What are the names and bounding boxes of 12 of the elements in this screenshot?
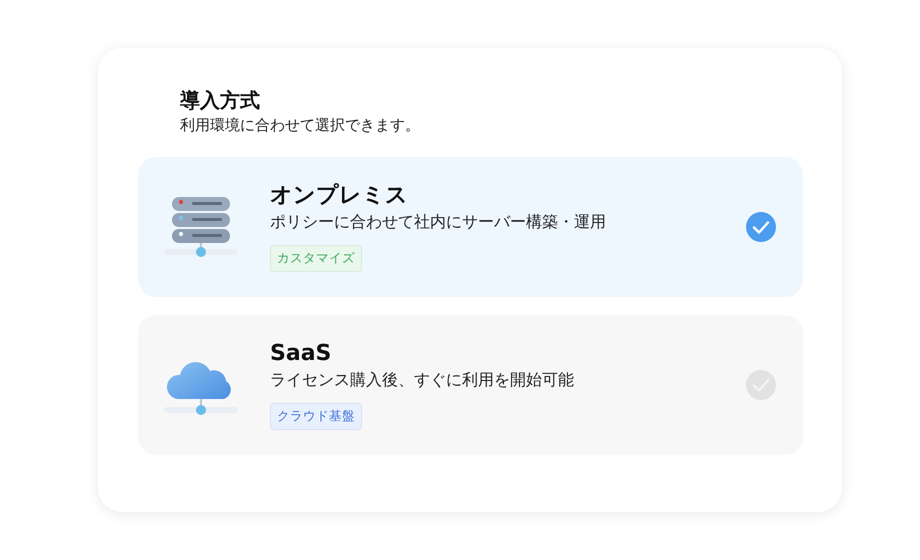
option-description: ポリシーに合わせて社内にサーバー構築・運用 [270, 212, 606, 233]
section-title: 導入方式 [180, 87, 261, 114]
option-description: ライセンス購入後、すぐに利用を開始可能 [270, 370, 574, 391]
check-icon [745, 211, 777, 243]
option-tag: クラウド基盤 [270, 403, 362, 430]
server-icon [164, 195, 238, 259]
option-title: SaaS [270, 340, 332, 368]
option-title: オンプレミス [270, 182, 408, 210]
option-card[interactable]: SaaS ライセンス購入後、すぐに利用を開始可能 クラウド基盤 [138, 315, 803, 455]
option-tag: カスタマイズ [270, 245, 362, 272]
section-subtitle: 利用環境に合わせて選択できます。 [180, 116, 421, 135]
option-card[interactable]: オンプレミス ポリシーに合わせて社内にサーバー構築・運用 カスタマイズ [138, 157, 803, 297]
